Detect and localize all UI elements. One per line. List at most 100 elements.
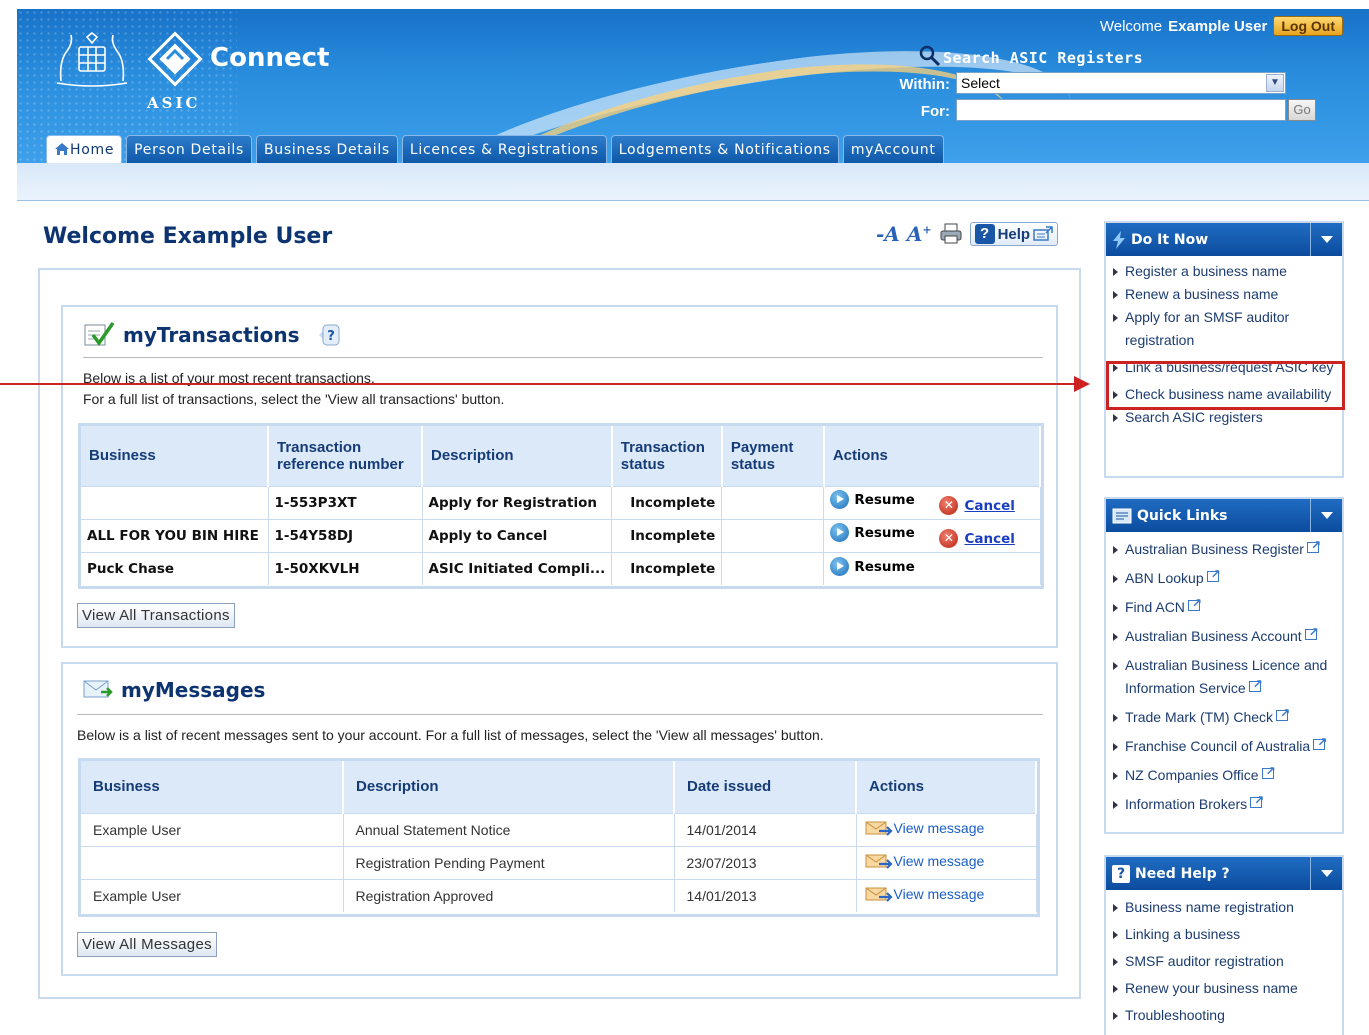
- info-help-icon[interactable]: ?: [313, 323, 341, 347]
- checklist-icon: [84, 321, 115, 346]
- table-header-row: Business Transaction reference number De…: [81, 426, 1042, 486]
- chevron-down-icon[interactable]: ▼: [1266, 74, 1284, 92]
- cell-actions: View message: [856, 812, 1037, 846]
- sidebar-item-smsf-auditor[interactable]: Apply for an SMSF auditor registration: [1112, 306, 1342, 352]
- link-label: Trade Mark (TM) Check: [1125, 709, 1274, 725]
- link-abn-lookup[interactable]: ABN Lookup: [1112, 563, 1342, 590]
- welcome-bar: Welcome Example User Log Out: [1100, 16, 1343, 36]
- logout-button[interactable]: Log Out: [1273, 16, 1343, 36]
- tab-business-details[interactable]: Business Details: [256, 135, 398, 163]
- view-message-link[interactable]: View message: [865, 853, 985, 869]
- messages-table-frame: Business Description Date issued Actions…: [78, 758, 1040, 917]
- link-information-brokers[interactable]: Information Brokers: [1112, 789, 1342, 816]
- need-help-header[interactable]: ? Need Help ?: [1106, 857, 1342, 890]
- need-help-list: Business name registration Linking a bus…: [1106, 890, 1342, 1031]
- link-business-licence-info-service[interactable]: Australian Business Licence and Informat…: [1112, 654, 1342, 700]
- chevron-down-icon[interactable]: [1310, 499, 1342, 532]
- view-all-transactions-button[interactable]: View All Transactions: [77, 603, 235, 628]
- quick-links-panel: Quick Links Australian Business Register…: [1104, 497, 1344, 834]
- cell-business: ALL FOR YOU BIN HIRE: [81, 518, 269, 552]
- do-it-now-header[interactable]: Do It Now: [1106, 223, 1342, 256]
- link-australian-business-register[interactable]: Australian Business Register: [1112, 534, 1342, 561]
- go-button[interactable]: Go: [1288, 99, 1316, 121]
- chevron-down-icon[interactable]: [1310, 223, 1342, 256]
- my-messages-header: myMessages: [83, 678, 265, 702]
- play-icon: [830, 490, 850, 509]
- view-message-label: View message: [893, 886, 985, 903]
- transactions-table: Business Transaction reference number De…: [81, 426, 1042, 585]
- increase-text-size-icon[interactable]: A+: [907, 222, 932, 246]
- help-item-smsf-auditor[interactable]: SMSF auditor registration: [1112, 950, 1342, 973]
- link-nz-companies-office[interactable]: NZ Companies Office: [1112, 760, 1342, 787]
- help-icon: ?: [974, 224, 995, 244]
- tab-lodgements-notifications[interactable]: Lodgements & Notifications: [610, 135, 839, 163]
- view-message-label: View message: [893, 853, 985, 869]
- external-link-icon: [1248, 673, 1263, 696]
- sidebar-item-register-business-name[interactable]: Register a business name: [1112, 260, 1342, 283]
- table-row: ALL FOR YOU BIN HIRE 1-54Y58DJ Apply to …: [81, 518, 1041, 552]
- col-business: Business: [81, 426, 269, 486]
- cancel-label[interactable]: Cancel: [964, 498, 1014, 514]
- help-item-troubleshooting[interactable]: Troubleshooting: [1112, 1004, 1342, 1027]
- quick-links-list: Australian Business Register ABN Lookup …: [1106, 532, 1342, 820]
- my-messages-title: myMessages: [121, 678, 266, 702]
- col-transaction-status: Transaction status: [611, 426, 723, 486]
- cancel-icon: ✕: [939, 529, 959, 548]
- help-item-linking-business[interactable]: Linking a business: [1112, 923, 1342, 946]
- link-label: Find ACN: [1125, 599, 1185, 615]
- help-button[interactable]: ? Help: [969, 222, 1059, 246]
- resume-button[interactable]: Resume: [830, 523, 915, 542]
- cell-status: Incomplete: [611, 485, 723, 519]
- view-message-link[interactable]: View message: [865, 820, 984, 836]
- envelope-arrow-icon: [865, 887, 893, 903]
- view-message-link[interactable]: View message: [865, 886, 985, 903]
- decrease-text-size-icon[interactable]: -A: [876, 222, 900, 246]
- my-transactions-title: myTransactions: [123, 323, 300, 347]
- resume-label: Resume: [854, 524, 915, 541]
- view-all-messages-button[interactable]: View All Messages: [77, 932, 217, 957]
- quick-links-header[interactable]: Quick Links: [1106, 499, 1342, 532]
- tab-myaccount[interactable]: myAccount: [842, 135, 944, 163]
- highlight-callout-box: [1106, 361, 1345, 410]
- cell-actions: View message: [856, 845, 1037, 879]
- col-ref: Transaction reference number: [268, 426, 423, 486]
- page-tools: -A A+ ? Help: [876, 222, 1059, 246]
- within-select[interactable]: Select ▼: [956, 72, 1286, 94]
- help-item-business-name-registration[interactable]: Business name registration: [1112, 896, 1342, 919]
- help-label: Help: [997, 225, 1031, 243]
- for-label: For:: [920, 103, 950, 120]
- col-actions: Actions: [856, 761, 1037, 813]
- cell-description: Registration Approved: [343, 878, 675, 912]
- do-it-now-panel: Do It Now Register a business name Renew…: [1104, 221, 1344, 478]
- print-icon[interactable]: [939, 223, 963, 245]
- help-item-renew-business-name[interactable]: Renew your business name: [1112, 977, 1342, 1000]
- link-find-acn[interactable]: Find ACN: [1112, 592, 1342, 619]
- tab-home[interactable]: Home: [46, 135, 123, 163]
- cancel-link[interactable]: ✕ Cancel: [939, 529, 1015, 548]
- link-trade-mark-check[interactable]: Trade Mark (TM) Check: [1112, 702, 1342, 729]
- resume-button[interactable]: Resume: [830, 490, 915, 509]
- search-registers-title: Search ASIC Registers: [919, 45, 1143, 67]
- page-title: Welcome Example User: [43, 224, 333, 249]
- my-messages-panel: myMessages Below is a list of recent mes…: [61, 662, 1058, 976]
- svg-text:?: ?: [328, 329, 336, 344]
- home-icon: [55, 143, 69, 155]
- search-icon: [919, 45, 941, 67]
- table-row: Example User Registration Approved 14/01…: [81, 878, 1037, 912]
- external-window-icon: [1033, 226, 1053, 241]
- link-franchise-council[interactable]: Franchise Council of Australia: [1112, 731, 1342, 758]
- cell-ref: 1-54Y58DJ: [268, 518, 423, 552]
- for-input[interactable]: [956, 99, 1286, 121]
- table-header-row: Business Description Date issued Actions: [81, 761, 1037, 813]
- sidebar-item-renew-business-name[interactable]: Renew a business name: [1112, 283, 1342, 306]
- tab-licences-registrations[interactable]: Licences & Registrations: [401, 135, 607, 163]
- tab-person-details[interactable]: Person Details: [126, 135, 252, 163]
- envelope-arrow-icon: [865, 821, 893, 836]
- cancel-link[interactable]: ✕ Cancel: [939, 496, 1015, 515]
- cancel-label[interactable]: Cancel: [964, 531, 1014, 547]
- link-australian-business-account[interactable]: Australian Business Account: [1112, 621, 1342, 648]
- chevron-down-icon[interactable]: [1310, 857, 1342, 890]
- cell-description: Apply for Registration: [422, 485, 613, 519]
- col-description: Description: [422, 426, 613, 486]
- resume-button[interactable]: Resume: [830, 557, 915, 577]
